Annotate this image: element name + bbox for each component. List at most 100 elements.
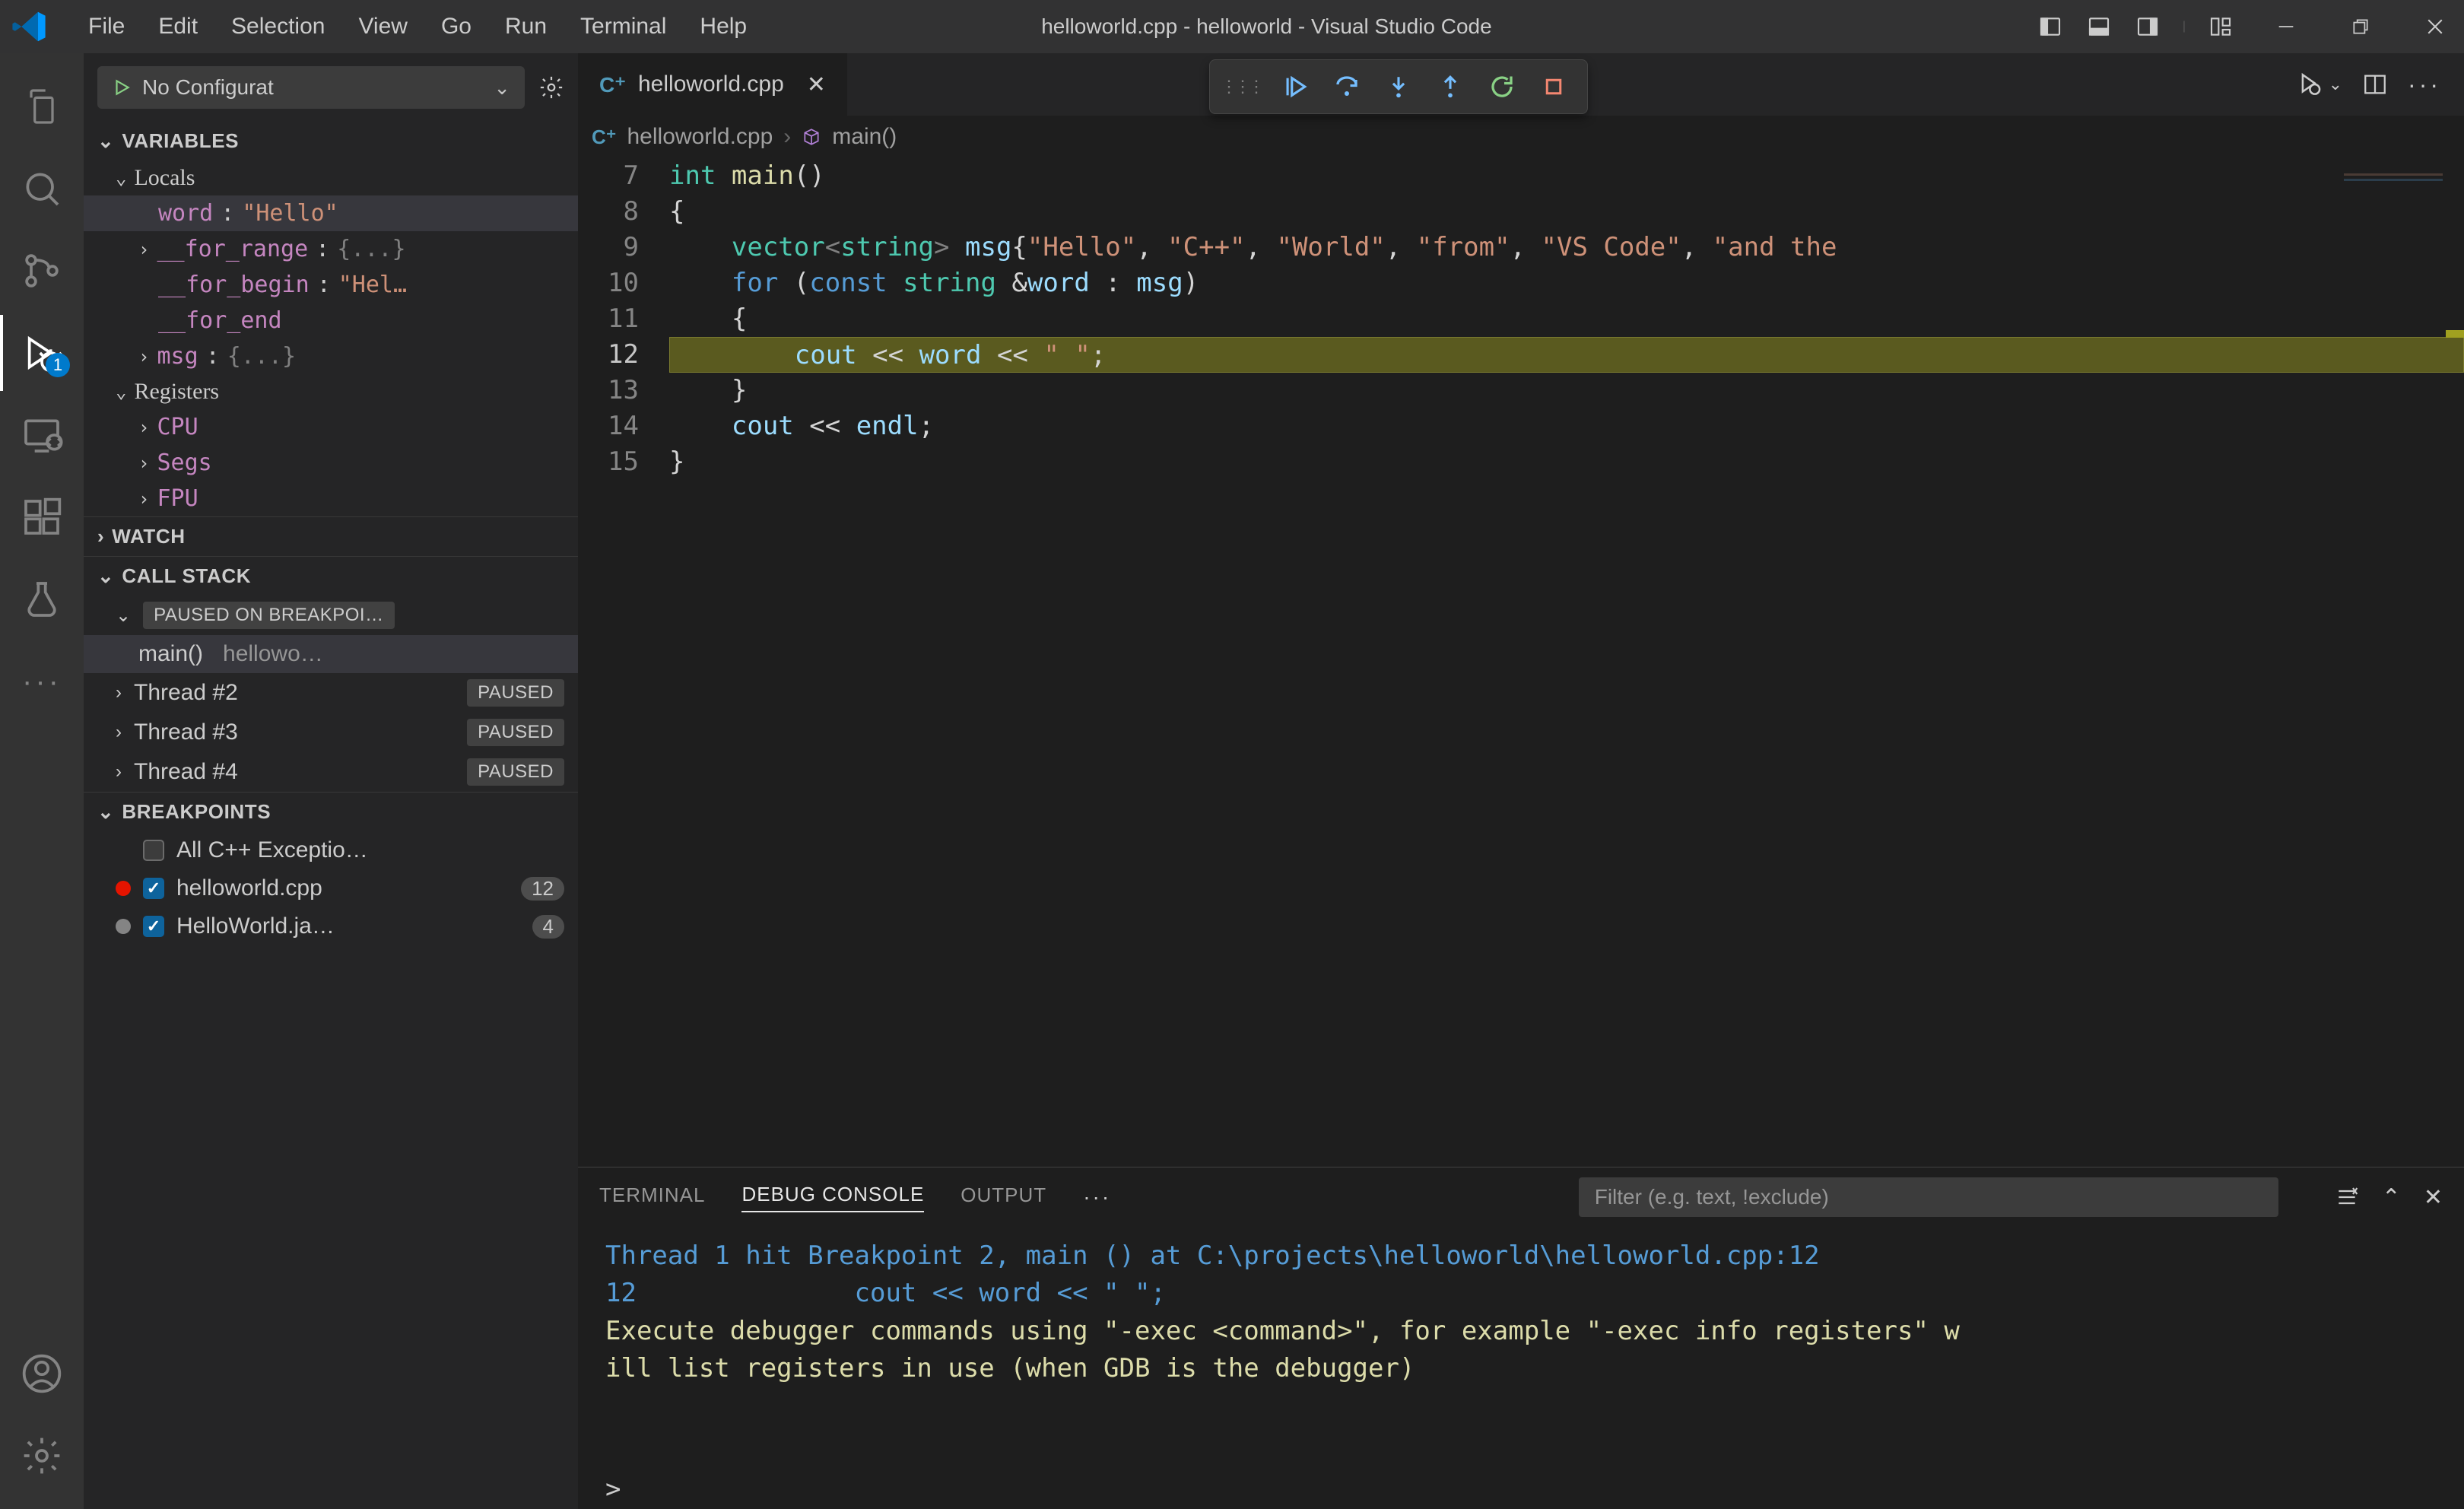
testing-icon[interactable] [0,561,84,637]
close-tab-icon[interactable]: ✕ [807,71,826,98]
minimap[interactable] [2335,158,2464,364]
breakpoint-checkbox[interactable]: ✓ [143,916,164,937]
layout-bottom-icon[interactable] [2085,13,2113,40]
code-content[interactable]: int main(){ vector<string> msg{"Hello", … [669,158,2464,1167]
debug-console-input[interactable]: > [578,1469,2464,1509]
debug-config-dropdown[interactable]: No Configurat ⌄ [97,66,525,109]
extensions-icon[interactable] [0,479,84,555]
layout-right-icon[interactable] [2134,13,2161,40]
run-debug-icon[interactable]: 1 [0,315,84,391]
source-control-icon[interactable] [0,233,84,309]
chevron-down-icon: ⌄ [97,564,114,588]
breakpoints-section-header[interactable]: ⌄ BREAKPOINTS [84,792,578,831]
variables-locals-group[interactable]: ⌄ Locals [84,160,578,195]
menu-help[interactable]: Help [683,9,764,44]
register-group-segs[interactable]: ›Segs [84,445,578,481]
breakpoint-checkbox[interactable] [143,840,164,861]
close-button[interactable] [2417,8,2453,45]
cpp-file-icon: C⁺ [599,72,626,97]
callstack-current-thread[interactable]: ⌄ PAUSED ON BREAKPOI… [84,596,578,635]
run-debug-dropdown-icon[interactable]: ⌄ [2297,70,2342,99]
breakpoint-row[interactable]: ✓HelloWorld.ja…4 [84,907,578,945]
panel-tab-output[interactable]: OUTPUT [961,1183,1046,1212]
register-group-cpu[interactable]: ›CPU [84,409,578,445]
callstack-thread[interactable]: ›Thread #4PAUSED [84,752,578,792]
titlebar-actions: | [2037,13,2234,40]
split-editor-icon[interactable] [2362,71,2388,97]
minimize-button[interactable] [2268,8,2304,45]
customize-layout-icon[interactable] [2207,13,2234,40]
variable-word[interactable]: word: "Hello" [84,195,578,231]
callstack-section-header[interactable]: ⌄ CALL STACK [84,556,578,596]
breakpoint-dot-icon [116,919,131,934]
maximize-panel-icon[interactable]: ⌃ [2382,1184,2401,1211]
chevron-down-icon: ⌄ [494,76,510,100]
debug-settings-icon[interactable] [538,75,564,100]
breakpoint-count: 4 [532,915,564,939]
debug-toolbar[interactable]: ⋮⋮⋮ [1209,59,1588,114]
step-out-button[interactable] [1427,64,1473,110]
chevron-down-icon: ⌄ [97,129,114,153]
chevron-right-icon: › [116,722,122,743]
remote-explorer-icon[interactable] [0,397,84,473]
variable-for-end[interactable]: __for_end [84,303,578,338]
window-controls [2268,8,2453,45]
clear-console-icon[interactable] [2335,1184,2359,1211]
explorer-icon[interactable] [0,68,84,145]
cpp-file-icon: C⁺ [592,125,617,149]
chevron-right-icon: › [783,124,791,150]
step-into-button[interactable] [1376,64,1421,110]
breakpoint-checkbox[interactable]: ✓ [143,878,164,899]
start-debug-icon[interactable] [112,78,132,97]
debug-console-line: ill list registers in use (when GDB is t… [605,1350,2437,1387]
code-editor[interactable]: 789101112131415 int main(){ vector<strin… [578,158,2464,1167]
restart-button[interactable] [1479,64,1525,110]
breakpoint-row[interactable]: All C++ Exceptio… [84,831,578,869]
panel-tab-debug-console[interactable]: DEBUG CONSOLE [741,1183,924,1212]
continue-button[interactable] [1272,64,1318,110]
panel-overflow-icon[interactable]: ··· [1083,1185,1111,1209]
chevron-right-icon: › [138,488,149,510]
variable-for-range[interactable]: › __for_range: {...} [84,231,578,267]
menu-view[interactable]: View [341,9,424,44]
debug-config-label: No Configurat [142,75,483,100]
step-over-button[interactable] [1324,64,1370,110]
debug-console-filter-input[interactable]: Filter (e.g. text, !exclude) [1579,1177,2278,1217]
callstack-thread[interactable]: ›Thread #2PAUSED [84,673,578,713]
panel-tab-terminal[interactable]: TERMINAL [599,1183,705,1212]
debug-console-output[interactable]: Thread 1 hit Breakpoint 2, main () at C:… [578,1227,2464,1469]
debug-sidebar: No Configurat ⌄ ⌄ VARIABLES ⌄ Locals wor… [84,53,578,1509]
activity-bar: 1 ··· [0,53,84,1509]
chevron-right-icon: › [138,453,149,474]
debug-badge: 1 [46,353,70,377]
search-icon[interactable] [0,151,84,227]
settings-gear-icon[interactable] [0,1418,84,1494]
breadcrumb[interactable]: C⁺ helloworld.cpp › main() [578,116,2464,158]
menu-file[interactable]: File [71,9,141,44]
chevron-right-icon: › [138,239,149,260]
variables-section-header[interactable]: ⌄ VARIABLES [84,122,578,160]
close-panel-icon[interactable]: ✕ [2424,1184,2443,1211]
menu-go[interactable]: Go [424,9,488,44]
stop-button[interactable] [1531,64,1577,110]
more-icon[interactable]: ··· [0,643,84,720]
menu-terminal[interactable]: Terminal [564,9,683,44]
layout-left-icon[interactable] [2037,13,2064,40]
watch-section-header[interactable]: › WATCH [84,516,578,556]
more-actions-icon[interactable]: ··· [2408,71,2441,99]
symbol-method-icon [802,127,821,147]
callstack-thread[interactable]: ›Thread #3PAUSED [84,713,578,752]
drag-handle-icon[interactable]: ⋮⋮⋮ [1221,77,1262,97]
variables-registers-group[interactable]: ⌄ Registers [84,374,578,409]
variable-msg[interactable]: › msg: {...} [84,338,578,374]
menu-selection[interactable]: Selection [214,9,341,44]
editor-tab-helloworld[interactable]: C⁺ helloworld.cpp ✕ [578,53,848,116]
maximize-button[interactable] [2342,8,2379,45]
accounts-icon[interactable] [0,1336,84,1412]
menu-edit[interactable]: Edit [141,9,214,44]
variable-for-begin[interactable]: __for_begin: "Hel… [84,267,578,303]
callstack-frame-main[interactable]: main() hellowo… [84,635,578,673]
menu-run[interactable]: Run [488,9,564,44]
register-group-fpu[interactable]: ›FPU [84,481,578,516]
breakpoint-row[interactable]: ✓helloworld.cpp12 [84,869,578,907]
